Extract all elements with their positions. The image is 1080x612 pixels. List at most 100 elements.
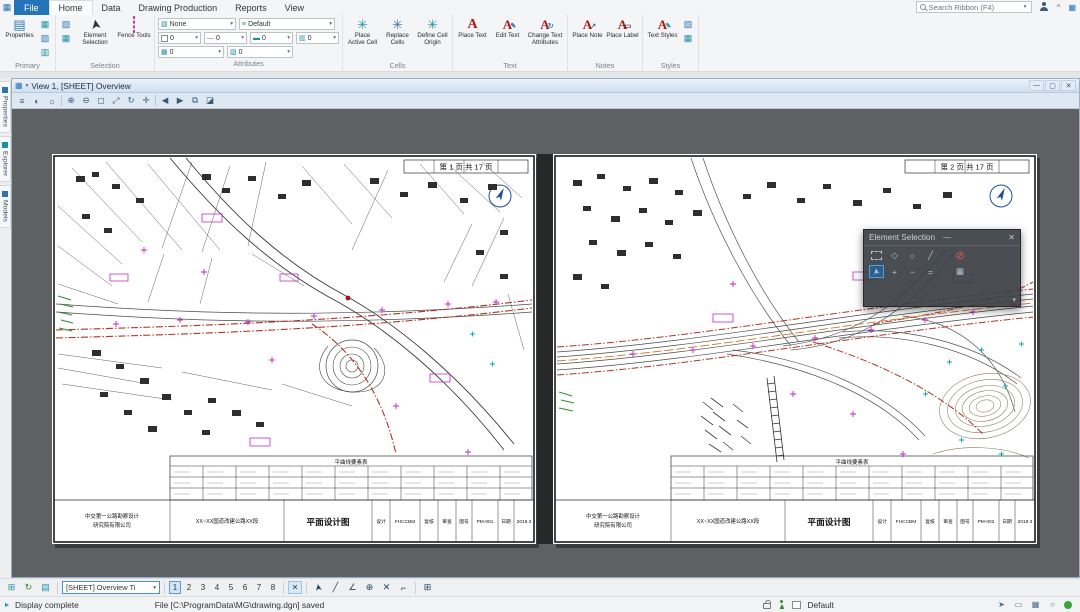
fence-tools-button[interactable]: Fence Tools: [117, 16, 151, 40]
selection-sets-icon[interactable]: ▦: [59, 32, 73, 45]
view-toggle-7[interactable]: 7: [253, 581, 265, 594]
selection-count-icon[interactable]: ➤: [996, 599, 1007, 610]
element-styles-icon[interactable]: ▦: [681, 32, 695, 45]
message-center-icon[interactable]: ○: [1047, 599, 1058, 610]
place-text-button[interactable]: A Place Text: [456, 16, 489, 40]
adjust-brightness-icon[interactable]: ☼: [45, 94, 59, 107]
view-close-button[interactable]: ✕: [1061, 80, 1076, 91]
sync-view-icon[interactable]: ↻: [21, 581, 36, 595]
side-tab-models[interactable]: Models: [0, 185, 11, 228]
active-class-dropdown[interactable]: ▦ 0 ▾: [158, 46, 224, 58]
tab-data[interactable]: Data: [93, 0, 130, 15]
active-color-dropdown[interactable]: 0 ▾: [158, 32, 201, 44]
dialog-titlebar[interactable]: Element Selection — ✕: [864, 230, 1020, 246]
tab-drawing-production[interactable]: Drawing Production: [130, 0, 227, 15]
side-tab-explorer[interactable]: Explorer: [0, 136, 11, 182]
dimension-styles-icon[interactable]: ▧: [681, 18, 695, 31]
panel-dock-icon[interactable]: ▦: [1064, 0, 1080, 15]
view-minimize-button[interactable]: —: [1029, 80, 1044, 91]
place-note-button[interactable]: A↗ Place Note: [571, 16, 604, 40]
tab-view[interactable]: View: [276, 0, 313, 15]
grid-lock-icon[interactable]: ⊞: [420, 581, 435, 595]
active-priority-dropdown[interactable]: ▧ 0 ▾: [227, 46, 293, 58]
view-previous-icon[interactable]: ◀: [158, 94, 172, 107]
view-titlebar[interactable]: ▦ ▾ View 1, [SHEET] Overview — ▢ ✕: [12, 79, 1079, 93]
view-toggle-5[interactable]: 5: [225, 581, 237, 594]
view-maximize-button[interactable]: ▢: [1045, 80, 1060, 91]
zoom-in-icon[interactable]: ⊕: [64, 94, 78, 107]
dialog-close-icon[interactable]: ✕: [1008, 233, 1015, 242]
change-text-attributes-button[interactable]: A↻ Change Text Attributes: [526, 16, 564, 47]
sheet-1[interactable]: 第 1 页 共 17 页: [52, 154, 536, 544]
angle-snap-icon[interactable]: ∠: [345, 581, 360, 595]
active-line-weight-dropdown[interactable]: ▬ 0 ▾: [250, 32, 293, 44]
replace-cells-button[interactable]: ✳ Replace Cells: [381, 16, 414, 47]
place-active-cell-button[interactable]: ✳ Place Active Cell: [346, 16, 379, 47]
copy-view-icon[interactable]: ⧉: [188, 94, 202, 107]
active-transparency-dropdown[interactable]: ▥ 0 ▾: [296, 32, 339, 44]
window-area-icon[interactable]: ◻: [94, 94, 108, 107]
dialog-minimize-icon[interactable]: —: [943, 233, 951, 242]
selection-options-button[interactable]: ▦: [949, 265, 971, 278]
view-toggle-1[interactable]: 1: [169, 581, 181, 594]
minimize-ribbon-icon[interactable]: ^: [1053, 0, 1065, 15]
models-icon[interactable]: ▥: [38, 46, 52, 59]
ribbon-search[interactable]: ▾: [916, 1, 1032, 13]
properties-button[interactable]: ▤ Properties: [3, 16, 36, 40]
nearest-snap-icon[interactable]: ╱: [328, 581, 343, 595]
select-circle-icon[interactable]: ○: [905, 249, 920, 262]
fit-view-icon[interactable]: ⤢: [109, 94, 123, 107]
center-snap-icon[interactable]: ⊕: [362, 581, 377, 595]
view-next-icon[interactable]: ▶: [173, 94, 187, 107]
accusnap-icon[interactable]: [777, 600, 786, 609]
side-tab-properties[interactable]: Properties: [0, 81, 11, 133]
place-label-button[interactable]: A▭ Place Label: [606, 16, 639, 40]
define-cell-origin-button[interactable]: ✳ Define Cell Origin: [416, 16, 449, 47]
add-mode-icon[interactable]: +: [887, 265, 902, 278]
drawing-canvas[interactable]: 第 1 页 共 17 页: [12, 109, 1079, 577]
select-shape-icon[interactable]: ◇: [887, 249, 902, 262]
intersection-snap-icon[interactable]: ✕: [379, 581, 394, 595]
view-toggle-3[interactable]: 3: [197, 581, 209, 594]
element-selection-dialog[interactable]: Element Selection — ✕ ◇ ○ ╱ ⊘ ➤ + − = ▦: [863, 229, 1021, 307]
accudraw-pointer-icon[interactable]: ➤: [311, 581, 326, 595]
view-group-selector[interactable]: [SHEET] Overview Ti ▾: [62, 581, 160, 594]
pan-view-icon[interactable]: ✛: [139, 94, 153, 107]
view-menu-icon[interactable]: ▦: [15, 81, 23, 90]
select-line-icon[interactable]: ╱: [923, 249, 938, 262]
display-style-icon[interactable]: ◐: [30, 94, 44, 107]
active-template-dropdown[interactable]: ▧ None ▾: [158, 18, 236, 30]
text-styles-button[interactable]: A✎ Text Styles: [646, 16, 679, 40]
models-browser-icon[interactable]: ⊞: [4, 581, 19, 595]
lock-icon[interactable]: [763, 603, 771, 609]
pointer-mode-button[interactable]: ➤: [869, 265, 884, 278]
view-menu-caret-icon[interactable]: ▾: [26, 83, 29, 89]
tab-file[interactable]: File: [14, 0, 49, 15]
clear-selection-button[interactable]: ⊘: [949, 249, 971, 262]
search-caret-icon[interactable]: ▾: [1024, 4, 1027, 10]
selection-history-icon[interactable]: ▧: [59, 18, 73, 31]
view-toggle-8[interactable]: 8: [267, 581, 279, 594]
tab-home[interactable]: Home: [49, 0, 93, 15]
tab-reports[interactable]: Reports: [226, 0, 276, 15]
close-view-group-button[interactable]: ✕: [288, 581, 302, 594]
search-input[interactable]: [929, 3, 1021, 12]
view-attributes-icon[interactable]: ≡: [15, 94, 29, 107]
view-toggle-2[interactable]: 2: [183, 581, 195, 594]
sheet-navigator-icon[interactable]: ▤: [38, 581, 53, 595]
perpendicular-snap-icon[interactable]: ⌐: [396, 581, 411, 595]
user-account-icon[interactable]: [1039, 2, 1049, 12]
select-block-icon[interactable]: [871, 251, 882, 260]
element-selection-button[interactable]: ➤ Element Selection: [75, 16, 115, 47]
sheet-2[interactable]: 第 2 页 共 17 页: [553, 154, 1037, 544]
view-toggle-4[interactable]: 4: [211, 581, 223, 594]
explorer-icon[interactable]: ▦: [38, 18, 52, 31]
references-icon[interactable]: ▧: [38, 32, 52, 45]
view-toggle-6[interactable]: 6: [239, 581, 251, 594]
active-level-dropdown[interactable]: ≡ Default ▾: [239, 18, 335, 30]
zoom-out-icon[interactable]: ⊖: [79, 94, 93, 107]
active-level-name[interactable]: Default: [807, 600, 834, 610]
edit-text-button[interactable]: A✎ Edit Text: [491, 16, 524, 40]
subtract-mode-icon[interactable]: −: [905, 265, 920, 278]
dgn-status-icon[interactable]: ▦: [1030, 599, 1041, 610]
